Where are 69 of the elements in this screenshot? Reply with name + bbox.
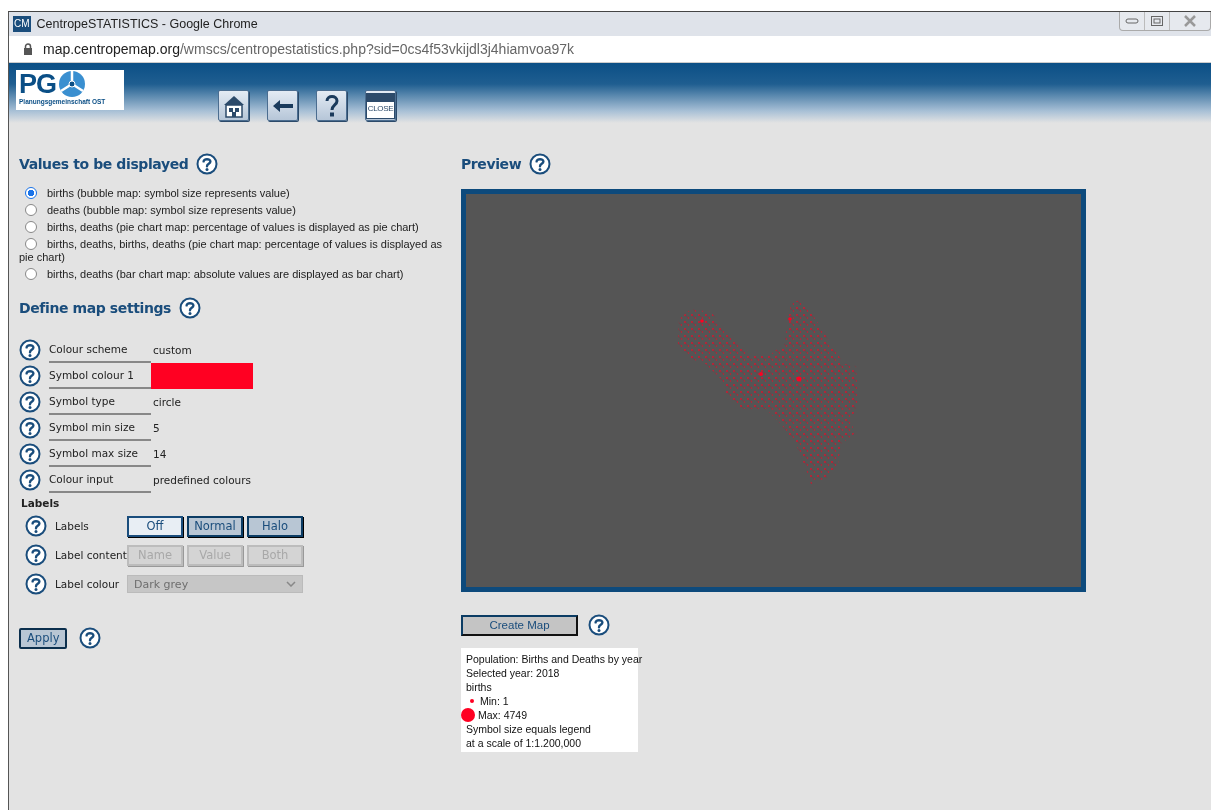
help-icon[interactable] — [19, 339, 41, 361]
radio-button[interactable] — [25, 204, 37, 216]
app-icon: CM — [13, 16, 31, 32]
back-button[interactable] — [267, 90, 298, 121]
radio-button[interactable] — [25, 268, 37, 280]
help-icon — [323, 93, 340, 118]
caret-icon — [286, 581, 296, 587]
radio-option[interactable]: births, deaths, births, deaths (pie chart map: percentage of values is displayed as pie chart) — [19, 238, 449, 264]
setting-label: Colour input — [49, 467, 151, 493]
help-icon[interactable] — [179, 297, 201, 319]
help-icon[interactable] — [588, 614, 610, 636]
radio-button[interactable] — [25, 221, 37, 233]
radio-option[interactable]: births, deaths (pie chart map: percentage of values is displayed as pie chart) — [19, 221, 449, 234]
help-icon[interactable] — [79, 627, 102, 649]
help-icon[interactable] — [25, 544, 47, 566]
setting-value: predefined colours — [153, 474, 252, 486]
radio-option[interactable]: deaths (bubble map: symbol size represents value) — [19, 204, 449, 217]
radio-button[interactable] — [25, 238, 37, 250]
apply-button[interactable]: Apply — [19, 627, 68, 649]
toggle-button[interactable]: Halo — [247, 515, 303, 537]
section-heading: Values to be displayed — [19, 156, 189, 172]
help-icon[interactable] — [25, 573, 47, 595]
setting-value: 5 — [153, 422, 160, 434]
help-icon[interactable] — [19, 469, 41, 491]
help-icon[interactable] — [25, 515, 47, 537]
legend-text: births — [466, 680, 493, 694]
colour-swatch[interactable] — [151, 363, 253, 389]
minimize-icon — [1125, 18, 1139, 24]
toggle-button[interactable]: Normal — [187, 515, 243, 537]
help-button[interactable] — [316, 90, 347, 121]
setting-label: Labels — [55, 520, 90, 532]
legend-text: Symbol size equals legend — [466, 722, 592, 736]
back-arrow-icon — [271, 98, 294, 113]
section-heading: Preview — [461, 156, 522, 172]
create-map-button[interactable]: Create Map — [461, 614, 578, 636]
setting-label: Symbol type — [49, 389, 151, 415]
help-icon[interactable] — [19, 365, 41, 387]
close-button[interactable]: CLOSE — [365, 90, 396, 121]
large-dot-icon — [461, 708, 475, 722]
toggle-button[interactable]: Off — [127, 515, 183, 537]
help-icon[interactable] — [19, 391, 41, 413]
setting-label: Symbol max size — [49, 441, 151, 467]
url-text[interactable]: map.centropemap.org/wmscs/centropestatistics.php?sid=0cs4f53vkijdl3j4hiamvoa97k — [43, 41, 575, 57]
help-icon[interactable] — [196, 153, 219, 175]
legend-text: at a scale of 1:1.200,000 — [466, 736, 582, 750]
window-title: CentropeSTATISTICS - Google Chrome — [36, 17, 258, 31]
help-icon[interactable] — [529, 153, 552, 175]
help-icon[interactable] — [19, 417, 41, 439]
maximize-icon — [1151, 16, 1163, 26]
help-icon[interactable] — [19, 443, 41, 465]
setting-label: Label content — [55, 549, 125, 561]
setting-value: 14 — [153, 448, 167, 460]
setting-label: Label colour — [55, 578, 121, 590]
small-dot-icon — [469, 699, 474, 703]
radio-option[interactable]: births, deaths (bar chart map: absolute values are displayed as bar chart) — [19, 268, 449, 281]
setting-value: circle — [153, 396, 181, 408]
radio-button[interactable] — [25, 187, 37, 199]
setting-value: custom — [153, 344, 192, 356]
setting-label: Colour scheme — [49, 337, 151, 363]
legend-text: Max: 4749 — [478, 708, 528, 722]
home-button[interactable] — [218, 90, 249, 121]
setting-label: Symbol min size — [49, 415, 151, 441]
lock-icon — [23, 43, 33, 55]
section-heading: Define map settings — [19, 300, 171, 316]
legend-text: Min: 1 — [480, 694, 509, 708]
close-icon — [1183, 15, 1197, 27]
legend-text: Selected year: 2018 — [466, 666, 561, 680]
labels-heading: Labels — [21, 497, 61, 509]
radio-option[interactable]: births (bubble map: symbol size represents value) — [19, 187, 449, 200]
